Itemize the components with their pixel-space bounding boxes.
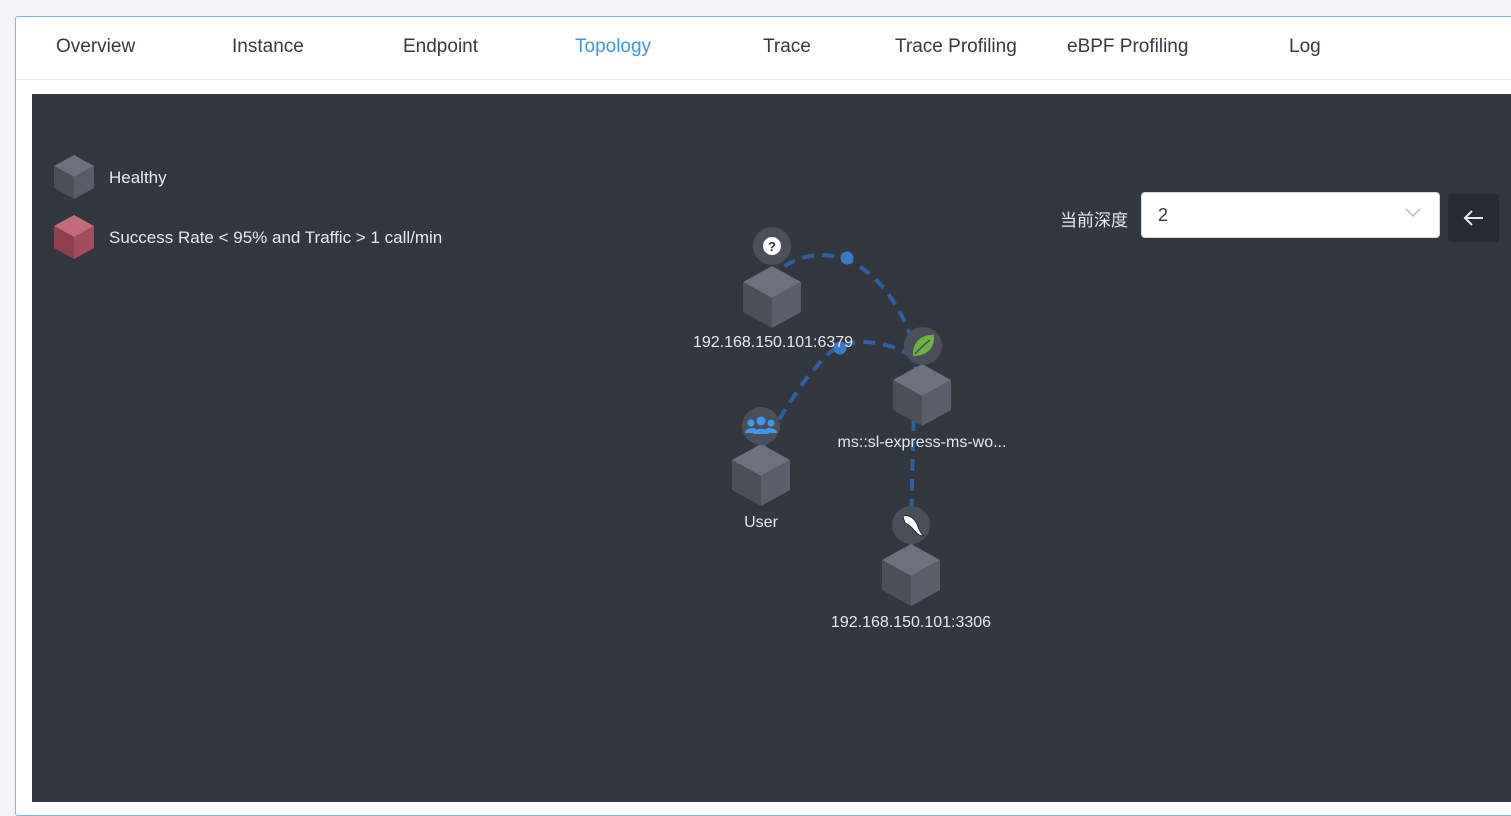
node-user[interactable]: User <box>732 407 790 531</box>
edge-dot <box>840 251 854 265</box>
tab-bar: Overview Instance Endpoint Topology Trac… <box>16 17 1511 80</box>
node-label: User <box>744 514 778 531</box>
users-icon <box>742 407 780 445</box>
tab-trace[interactable]: Trace <box>763 36 811 58</box>
tab-overview[interactable]: Overview <box>56 36 135 58</box>
mysql-dolphin-icon <box>892 506 930 544</box>
node-label: 192.168.150.101:3306 <box>831 614 991 631</box>
node-label: 192.168.150.101:6379 <box>693 334 853 351</box>
topology-graph: ? 192.168.150.101:6379 ms::sl-express-ms… <box>693 227 1007 631</box>
tab-endpoint[interactable]: Endpoint <box>403 36 478 58</box>
tab-log[interactable]: Log <box>1289 36 1321 58</box>
tab-trace-profiling[interactable]: Trace Profiling <box>895 36 1017 58</box>
node-label: ms::sl-express-ms-wo... <box>838 434 1007 451</box>
topology-canvas[interactable]: Healthy Success Rate < 95% and Traffic >… <box>32 94 1511 802</box>
tab-topology[interactable]: Topology <box>575 36 651 58</box>
node-mysql[interactable]: 192.168.150.101:3306 <box>831 506 991 631</box>
svg-text:?: ? <box>768 239 776 254</box>
tab-ebpf-profiling[interactable]: eBPF Profiling <box>1067 36 1188 58</box>
node-service[interactable]: ms::sl-express-ms-wo... <box>838 327 1007 451</box>
question-icon: ? <box>753 227 791 265</box>
tab-instance[interactable]: Instance <box>232 36 304 58</box>
spring-leaf-icon <box>904 327 942 365</box>
node-redis[interactable]: ? 192.168.150.101:6379 <box>693 227 853 351</box>
